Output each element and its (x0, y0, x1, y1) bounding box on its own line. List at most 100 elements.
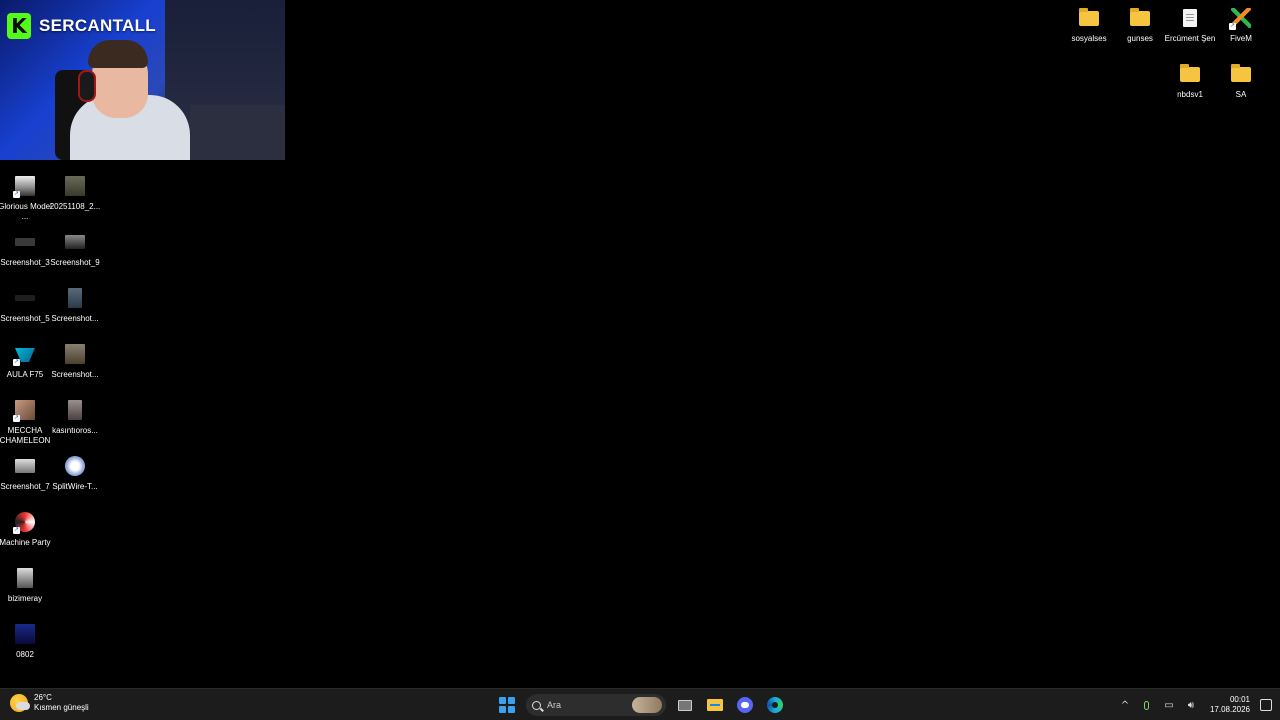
windows-icon[interactable] (496, 694, 518, 716)
desktop-icon-screenshot-a[interactable]: Screenshot... (50, 285, 100, 324)
desktop-icon-label: Screenshot_5 (0, 314, 50, 323)
desktop-icon-label: Screenshot_3 (0, 258, 50, 267)
desktop-icon-kasintioros[interactable]: kasıntıoros... (50, 397, 100, 436)
desktop-icon-label: Ercüment Şen (1164, 34, 1216, 43)
glorious-app-icon: ↗ (12, 173, 38, 199)
clock[interactable]: 00:01 17.08.2026 (1210, 695, 1250, 715)
weather-widget[interactable]: 26°C Kısmen güneşli (10, 693, 89, 713)
task-view-button[interactable] (674, 694, 696, 716)
desktop-icon-label: FiveM (1230, 34, 1252, 43)
shortcut-arrow-icon: ↗ (1229, 23, 1236, 30)
desktop-icon-label: bizimeray (7, 594, 43, 603)
desktop-icon-glorious[interactable]: ↗ Glorious Model ... (0, 173, 52, 222)
desk (190, 105, 285, 160)
taskbar: 26°C Kısmen güneşli Ara ^ ▭ 🔊︎ 00:01 17.… (0, 688, 1280, 720)
folder-icon (1127, 5, 1153, 31)
desktop-icon-label: Screenshot... (51, 314, 99, 323)
folder-icon (1177, 61, 1203, 87)
channel-badge: K SERCANTALL (7, 13, 156, 39)
desktop-icon-label: kasıntıoros... (52, 426, 98, 435)
partly-sunny-icon (10, 694, 30, 712)
desktop-icon-label: gunses (1127, 34, 1153, 43)
desktop-icon-fivem[interactable]: ↗ FiveM (1216, 5, 1266, 44)
desktop-icon-meccha-chameleon[interactable]: ↗ MECCHA CHAMELEON (0, 397, 50, 446)
image-thumbnail-icon (12, 565, 38, 591)
search-highlight-image (632, 697, 662, 713)
chevron-up-icon[interactable]: ^ (1118, 698, 1132, 712)
desktop-icon-label: Screenshot... (51, 370, 99, 379)
taskbar-center: Ara (496, 693, 786, 717)
discord-icon (737, 697, 753, 713)
image-thumbnail-icon (62, 397, 88, 423)
desktop-icon-screenshot-3[interactable]: Screenshot_3 (0, 229, 50, 268)
desktop-icon-label: Screenshot_7 (0, 482, 50, 491)
shortcut-arrow-icon: ↗ (13, 415, 20, 422)
fivem-icon: ↗ (1228, 5, 1254, 31)
desktop-icon-bizimeray[interactable]: bizimeray (0, 565, 50, 604)
volume-icon[interactable]: 🔊︎ (1184, 698, 1198, 712)
image-thumbnail-icon (12, 453, 38, 479)
microphone-icon[interactable] (1140, 698, 1154, 712)
desktop-icon-machine-party[interactable]: ↗ Machine Party (0, 509, 51, 548)
desktop-icon-label: SA (1235, 90, 1247, 99)
system-tray: ^ ▭ 🔊︎ 00:01 17.08.2026 (1118, 693, 1272, 717)
channel-name: SERCANTALL (39, 16, 156, 35)
desktop-icon-screenshot-7[interactable]: Screenshot_7 (0, 453, 50, 492)
document-icon (1177, 5, 1203, 31)
shortcut-arrow-icon: ↗ (13, 191, 20, 198)
desktop-icon-label: nbdsv1 (1177, 90, 1203, 99)
aula-app-icon: ↗ (12, 341, 38, 367)
splitwire-icon (62, 453, 88, 479)
shortcut-arrow-icon: ↗ (13, 527, 20, 534)
file-explorer-button[interactable] (704, 694, 726, 716)
search-placeholder: Ara (547, 700, 562, 710)
webcam-overlay: K SERCANTALL (0, 0, 285, 160)
shortcut-arrow-icon: ↗ (13, 359, 20, 366)
image-thumbnail-icon (12, 621, 38, 647)
folder-icon (1076, 5, 1102, 31)
image-thumbnail-icon (62, 229, 88, 255)
desktop-icon-label: Glorious Model ... (0, 202, 52, 221)
desktop-icon-label: 0802 (16, 650, 34, 659)
desktop-icon-gunses[interactable]: gunses (1115, 5, 1165, 44)
desktop-icon-splitwire[interactable]: SplitWire-T... (50, 453, 100, 492)
desktop-icon-label: SplitWire-T... (52, 482, 98, 491)
game-icon: ↗ (12, 397, 38, 423)
desktop-icon-label: Machine Party (0, 538, 51, 547)
folder-icon (1228, 61, 1254, 87)
desktop-icon-ercument-sen[interactable]: Ercüment Şen (1165, 5, 1215, 44)
edge-button[interactable] (764, 694, 786, 716)
image-thumbnail-icon (62, 341, 88, 367)
desktop-icon-label: AULA F75 (6, 370, 44, 379)
kick-logo-icon: K (7, 13, 31, 39)
desktop-icon-sosyalses[interactable]: sosyalses (1064, 5, 1114, 44)
network-icon[interactable]: ▭ (1162, 698, 1176, 712)
desktop-icon-0802[interactable]: 0802 (0, 621, 50, 660)
desktop-icon-label: MECCHA CHAMELEON (0, 426, 51, 445)
search-box[interactable]: Ara (526, 694, 666, 716)
clock-date: 17.08.2026 (1209, 705, 1250, 714)
weather-text: 26°C Kısmen güneşli (34, 693, 89, 713)
streamer-hair (88, 40, 148, 68)
desktop-icon-nbdsv1[interactable]: nbdsv1 (1165, 61, 1215, 100)
weather-temperature: 26°C (34, 693, 52, 702)
image-thumbnail-icon (62, 173, 88, 199)
desktop-icon-screenshot-5[interactable]: Screenshot_5 (0, 285, 50, 324)
task-view-icon (678, 699, 692, 711)
desktop-icon-screenshot-9[interactable]: Screenshot_9 (50, 229, 100, 268)
desktop-icon-screenshot-b[interactable]: Screenshot... (50, 341, 100, 380)
desktop-icon-label: Screenshot_9 (50, 258, 100, 267)
edge-icon (767, 697, 783, 713)
image-thumbnail-icon (62, 285, 88, 311)
discord-button[interactable] (734, 694, 756, 716)
headset (78, 70, 96, 102)
machine-party-icon: ↗ (12, 509, 38, 535)
search-icon (532, 700, 541, 710)
desktop-icon-20251108[interactable]: 20251108_2... (50, 173, 100, 212)
clock-time: 00:01 (1229, 695, 1250, 704)
desktop-icon-sa[interactable]: SA (1216, 61, 1266, 100)
weather-condition: Kısmen güneşli (34, 703, 89, 712)
notification-icon[interactable] (1260, 699, 1272, 711)
desktop-icon-label: sosyalses (1071, 34, 1107, 43)
desktop-icon-aula-f75[interactable]: ↗ AULA F75 (0, 341, 50, 380)
